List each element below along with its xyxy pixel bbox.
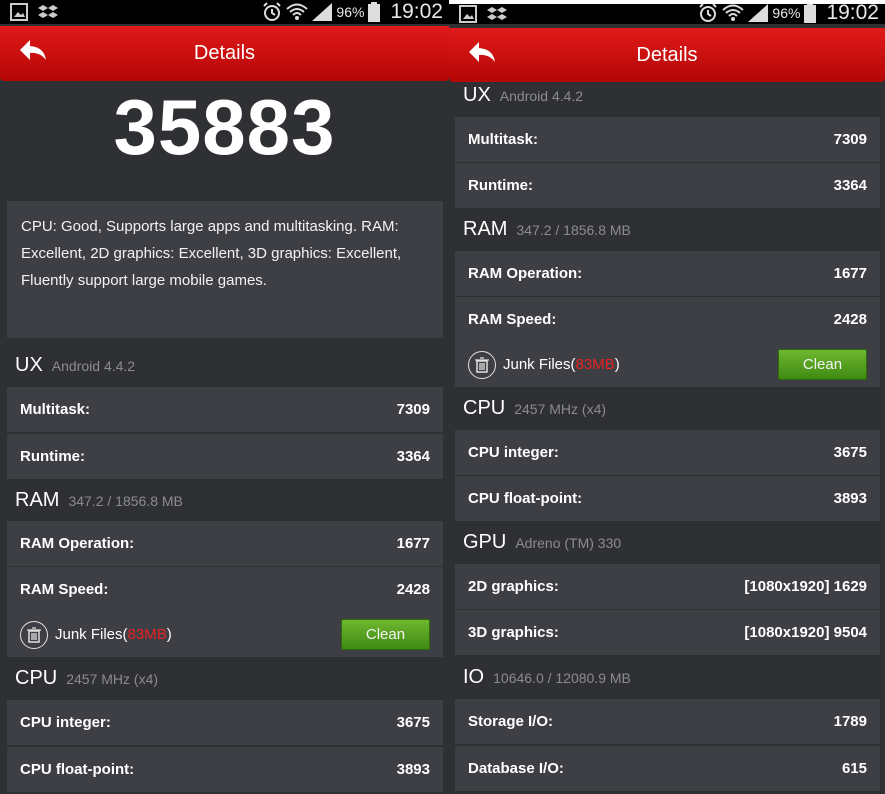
trash-icon	[468, 350, 496, 379]
battery-percent: 96%	[336, 4, 365, 20]
row-ram-operation: RAM Operation: 1677	[455, 251, 880, 296]
page-title: Details	[636, 44, 698, 66]
row-cpu-integer: CPU integer: 3675	[7, 700, 443, 745]
clock: 19:02	[826, 4, 879, 24]
section-ux: UX Android 4.4.2	[15, 354, 136, 376]
row-junk-files: Junk Files(83MB) Clean	[455, 342, 880, 387]
page-title: Details	[193, 42, 256, 64]
row-ram-operation: RAM Operation: 1677	[7, 521, 443, 566]
battery-icon	[804, 4, 817, 23]
wifi-icon	[722, 4, 745, 21]
row-multitask: Multitask: 7309	[455, 117, 880, 162]
alarm-icon	[699, 4, 718, 22]
alarm-icon	[263, 2, 282, 21]
trash-icon	[20, 620, 48, 649]
dropbox-icon	[487, 7, 507, 20]
app-bar: Details	[449, 28, 885, 82]
row-multitask: Multitask: 7309	[7, 387, 443, 432]
gallery-notification-icon	[459, 5, 477, 23]
row-cpu-float: CPU float-point: 3893	[455, 476, 880, 521]
dropbox-icon	[38, 5, 58, 18]
clean-button[interactable]: Clean	[778, 349, 867, 380]
row-3d-graphics: 3D graphics: [1080x1920] 9504	[455, 610, 880, 655]
clean-button[interactable]: Clean	[341, 619, 430, 650]
row-storage-io: Storage I/O: 1789	[455, 699, 880, 744]
score-description: CPU: Good, Supports large apps and multi…	[7, 201, 443, 338]
signal-icon	[312, 3, 333, 21]
row-ram-speed: RAM Speed: 2428	[7, 567, 443, 612]
row-runtime: Runtime: 3364	[455, 163, 880, 208]
gallery-notification-icon	[10, 3, 28, 21]
section-io: IO 10646.0 / 12080.9 MB	[463, 666, 631, 688]
status-bar: 96% 19:02	[0, 0, 449, 24]
section-ram: RAM 347.2 / 1856.8 MB	[15, 489, 183, 511]
section-gpu: GPU Adreno (TM) 330	[463, 531, 622, 553]
row-runtime: Runtime: 3364	[7, 434, 443, 479]
app-bar: Details	[0, 26, 449, 81]
row-2d-graphics: 2D graphics: [1080x1920] 1629	[455, 564, 880, 609]
row-junk-files: Junk Files(83MB) Clean	[7, 612, 443, 657]
clock: 19:02	[390, 0, 443, 23]
row-ram-speed: RAM Speed: 2428	[455, 297, 880, 342]
status-bar: 96% 19:02	[449, 4, 885, 24]
section-ux: UX Android 4.4.2	[463, 84, 584, 106]
wifi-icon	[286, 3, 309, 20]
right-screen: 96% 19:02 Details UX Android 4.4.2 Multit…	[449, 4, 885, 794]
signal-icon	[748, 4, 769, 22]
row-cpu-integer: CPU integer: 3675	[455, 430, 880, 475]
row-database-io: Database I/O: 615	[455, 746, 880, 791]
battery-icon	[368, 2, 381, 22]
row-cpu-float: CPU float-point: 3893	[7, 747, 443, 792]
total-score: 35883	[113, 83, 336, 171]
section-cpu: CPU 2457 MHz (x4)	[463, 397, 607, 419]
battery-percent: 96%	[772, 5, 801, 21]
left-screen: 96% 19:02 Details 35883 CPU: Good, Suppo…	[0, 0, 449, 794]
section-ram: RAM 347.2 / 1856.8 MB	[463, 218, 631, 240]
section-cpu: CPU 2457 MHz (x4)	[15, 667, 159, 689]
